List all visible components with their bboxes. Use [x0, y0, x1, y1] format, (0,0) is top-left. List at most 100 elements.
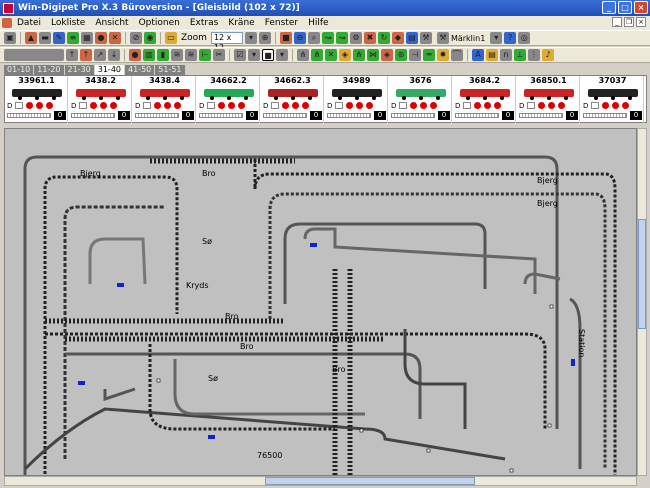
signal-yellow-icon[interactable]: ◈	[339, 49, 351, 61]
direction-toggle[interactable]	[335, 102, 344, 109]
menu-kraene[interactable]: Kräne	[223, 18, 259, 28]
info-icon[interactable]: ◎	[518, 32, 531, 44]
loco-card[interactable]: 37037 D 0	[581, 76, 644, 123]
switch-icon[interactable]: ⊢	[199, 49, 211, 61]
speed-slider[interactable]	[263, 113, 307, 118]
function-button[interactable]	[174, 102, 182, 109]
tool-icon[interactable]: ⚒	[419, 32, 432, 44]
speed-slider[interactable]	[519, 113, 563, 118]
list-icon[interactable]: ≡	[67, 32, 79, 44]
loco-card[interactable]: 3438.2 D 0	[69, 76, 132, 123]
loco-card[interactable]: 34662.3 D 0	[261, 76, 324, 123]
loco-card[interactable]: 3676 D 0	[389, 76, 452, 123]
marklin-selector[interactable]: ⚒ Märklin1	[434, 32, 488, 44]
mdi-restore-button[interactable]: ❐	[624, 17, 634, 27]
loco-marker[interactable]	[310, 243, 317, 247]
track-end-icon[interactable]: ⊣	[409, 49, 421, 61]
function-button[interactable]	[420, 102, 428, 109]
menu-ansicht[interactable]: Ansicht	[90, 18, 133, 28]
loco-card[interactable]: 36850.1 D 0	[517, 76, 580, 123]
double-slip-icon[interactable]: ⋈	[367, 49, 379, 61]
speed-slider[interactable]	[199, 113, 243, 118]
direction-toggle[interactable]	[79, 102, 88, 109]
speed-slider[interactable]	[583, 113, 627, 118]
function-button[interactable]	[46, 102, 54, 109]
function-button[interactable]	[538, 102, 546, 109]
function-button[interactable]	[110, 102, 118, 109]
maximize-button[interactable]: □	[618, 1, 632, 14]
loco-card[interactable]: 34662.2 D 0	[197, 76, 260, 123]
speed-slider[interactable]	[327, 113, 371, 118]
nfx-icon[interactable]: n	[500, 49, 512, 61]
function-button[interactable]	[228, 102, 236, 109]
track-layout[interactable]: Bjerg Bro Bjerg Bjerg Sø Kryds Bro Bro S…	[4, 128, 637, 476]
arrow-up-icon[interactable]: ↑	[66, 49, 78, 61]
horizontal-scrollbar[interactable]	[4, 476, 637, 486]
direction-toggle[interactable]	[463, 102, 472, 109]
record-icon[interactable]: ●	[129, 49, 141, 61]
loco-marker[interactable]	[78, 381, 85, 385]
menu-optionen[interactable]: Optionen	[134, 18, 185, 28]
function-button[interactable]	[26, 102, 34, 109]
refresh-icon[interactable]: ↻	[377, 32, 390, 44]
loco-card[interactable]: 3684.2 D 0	[453, 76, 516, 123]
signal-red-icon[interactable]: ◈	[381, 49, 393, 61]
loco-card[interactable]: 3438.4 D 0	[133, 76, 196, 123]
delete-icon[interactable]: ✖	[363, 32, 376, 44]
book-icon[interactable]: ▤	[405, 32, 418, 44]
cross-icon[interactable]: ✕	[109, 32, 121, 44]
note-icon[interactable]: ▤	[486, 49, 498, 61]
eraser-icon[interactable]: ◆	[391, 32, 404, 44]
turnout-icon[interactable]: ⋔	[353, 49, 365, 61]
zoom-in-icon[interactable]: ⊕	[258, 32, 271, 44]
arrow-down-icon[interactable]: ↓	[108, 49, 120, 61]
function-button[interactable]	[548, 102, 556, 109]
function-button[interactable]	[238, 102, 246, 109]
function-button[interactable]	[164, 102, 172, 109]
checkbox-icon[interactable]: ☑	[234, 49, 246, 61]
crane-icon[interactable]: ⊥	[514, 49, 526, 61]
horizontal-scroll-thumb[interactable]	[265, 477, 475, 485]
function-button[interactable]	[602, 102, 610, 109]
direction-toggle[interactable]	[399, 102, 408, 109]
mdi-close-button[interactable]: ×	[636, 17, 646, 27]
track2-icon[interactable]: ≋	[185, 49, 197, 61]
zoom-select[interactable]: 12 x 12	[210, 32, 243, 52]
go-icon[interactable]: ◉	[144, 32, 156, 44]
speed-slider[interactable]	[455, 113, 499, 118]
route-icon[interactable]: ↝	[321, 32, 334, 44]
bridge-icon[interactable]: ⌒	[451, 49, 463, 61]
tab-41-50[interactable]: 41-50	[125, 65, 155, 75]
menu-datei[interactable]: Datei	[12, 18, 46, 28]
direction-toggle[interactable]	[15, 102, 24, 109]
function-button[interactable]	[558, 102, 566, 109]
tab-11-20[interactable]: 11-20	[34, 65, 64, 75]
function-button[interactable]	[430, 102, 438, 109]
train-icon[interactable]: ▬	[39, 32, 51, 44]
signal-icon[interactable]: ●	[95, 32, 107, 44]
function-button[interactable]	[90, 102, 98, 109]
function-button[interactable]	[410, 102, 418, 109]
function-button[interactable]	[474, 102, 482, 109]
function-button[interactable]	[346, 102, 354, 109]
turntable-icon[interactable]: ⊛	[395, 49, 407, 61]
folder-icon[interactable]: ▭	[165, 32, 177, 44]
function-button[interactable]	[356, 102, 364, 109]
speed-slider[interactable]	[71, 113, 115, 118]
sound-icon[interactable]: ♪	[542, 49, 554, 61]
no-entry-icon[interactable]: ⊘	[130, 32, 142, 44]
stop-icon[interactable]: ■	[279, 32, 292, 44]
direction-toggle[interactable]	[143, 102, 152, 109]
text-icon[interactable]: A	[472, 49, 484, 61]
loco-card[interactable]: 33961.1 D 0	[5, 76, 68, 123]
function-button[interactable]	[292, 102, 300, 109]
function-button[interactable]	[366, 102, 374, 109]
function-button[interactable]	[282, 102, 290, 109]
arrow-up-red-icon[interactable]: ↑	[80, 49, 92, 61]
minimize-button[interactable]: _	[602, 1, 616, 14]
app-menu-icon[interactable]	[2, 18, 12, 28]
vertical-scroll-thumb[interactable]	[638, 219, 646, 329]
speed-slider[interactable]	[7, 113, 51, 118]
direction-toggle[interactable]	[271, 102, 280, 109]
function-button[interactable]	[622, 102, 630, 109]
